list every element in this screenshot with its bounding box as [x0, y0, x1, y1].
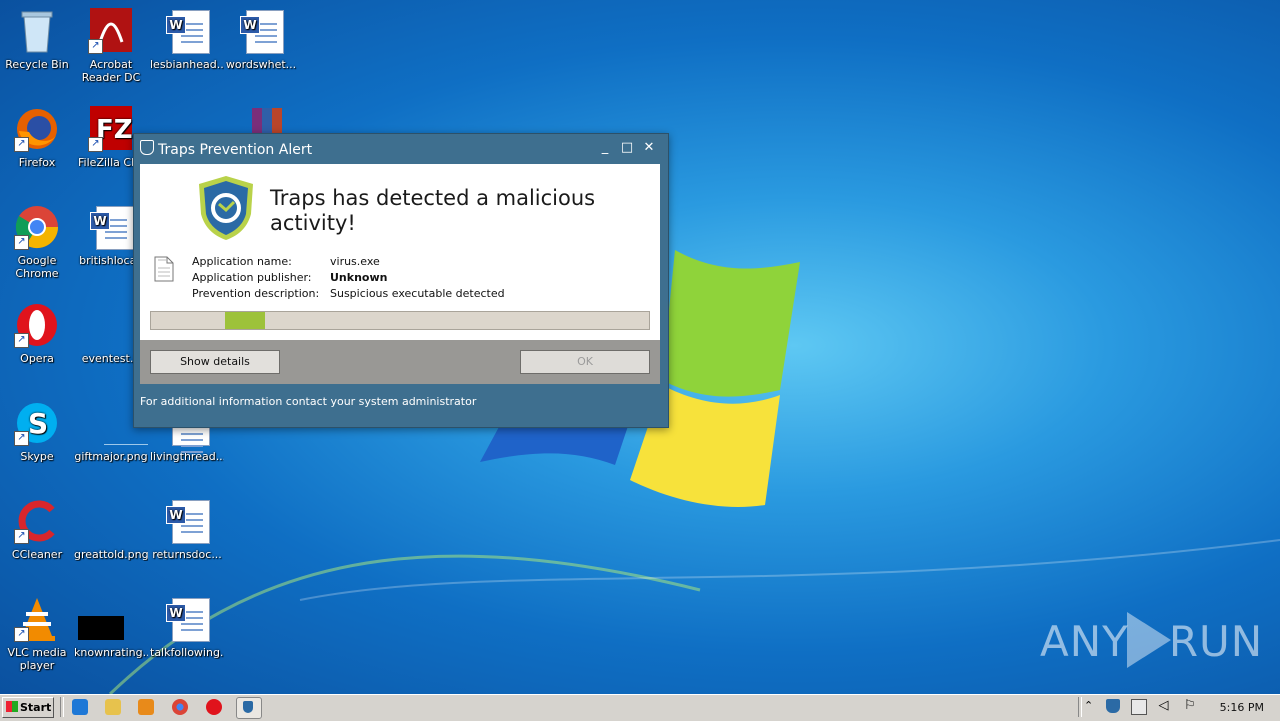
progress-bar [150, 311, 650, 330]
taskbar-clock[interactable]: 5:16 PM [1220, 701, 1264, 714]
word-document-icon: W [164, 596, 210, 642]
shield-icon [140, 140, 154, 155]
acrobat-icon: ↗ [88, 8, 134, 54]
volume-icon[interactable]: ◁ [1159, 699, 1173, 713]
opera-icon[interactable] [206, 699, 222, 715]
dialog-title-bar[interactable]: Traps Prevention Alert [140, 140, 312, 158]
explorer-icon[interactable] [105, 699, 121, 715]
shortcut-arrow-icon: ↗ [14, 137, 29, 152]
desktop-icon-returnsdoc[interactable]: W returnsdoc... [150, 498, 224, 561]
info-row-publisher: Application publisher: Unknown [192, 271, 388, 284]
black-file-icon [78, 596, 134, 642]
traps-tray-icon[interactable] [1105, 699, 1120, 713]
dialog-title: Traps Prevention Alert [158, 142, 313, 158]
desktop-icon-chrome[interactable]: ↗ Google Chrome [0, 204, 74, 280]
desktop-icon-greattold[interactable]: greattold.png [74, 498, 148, 561]
shortcut-arrow-icon: ↗ [14, 627, 29, 642]
media-player-icon[interactable] [138, 699, 154, 715]
info-row-prevention-description: Prevention description: Suspicious execut… [192, 287, 505, 300]
svg-text:S: S [28, 407, 48, 440]
show-details-button[interactable]: Show details [150, 350, 280, 374]
progress-bar-fill [225, 312, 265, 329]
desktop-icon-acrobat[interactable]: ↗ Acrobat Reader DC [74, 8, 148, 84]
word-document-icon: W [238, 8, 284, 54]
desktop-icon-ccleaner[interactable]: ↗ CCleaner [0, 498, 74, 561]
shortcut-arrow-icon: ↗ [14, 333, 29, 348]
word-document-icon: W [164, 8, 210, 54]
shortcut-arrow-icon: ↗ [14, 235, 29, 250]
ccleaner-icon: ↗ [14, 498, 60, 544]
windows-flag-icon [6, 701, 18, 712]
desktop-icon-firefox[interactable]: ↗ Firefox [0, 106, 74, 169]
info-row-application-name: Application name: virus.exe [192, 255, 380, 268]
chrome-icon: ↗ [14, 204, 60, 250]
desktop-icon-talkfollowing[interactable]: W talkfollowing... [150, 596, 224, 659]
desktop-icon-lesbianhead[interactable]: W lesbianhead... [150, 8, 224, 71]
play-icon [1126, 612, 1171, 668]
desktop-icon-knownrating[interactable]: knownrating... [74, 596, 148, 659]
vlc-icon: ↗ [14, 596, 60, 642]
shortcut-arrow-icon: ↗ [88, 39, 103, 54]
shortcut-arrow-icon: ↗ [88, 137, 103, 152]
application-info: Application name: virus.exe Application p… [192, 254, 505, 302]
chrome-icon[interactable] [172, 699, 188, 715]
firefox-icon: ↗ [14, 106, 60, 152]
desktop-icon-opera[interactable]: ↗ Opera [0, 302, 74, 365]
dialog-body: Traps has detected a malicious activity!… [140, 164, 660, 340]
maximize-button[interactable]: □ [619, 140, 635, 156]
action-center-flag-icon[interactable]: ⚐ [1184, 699, 1198, 713]
traps-icon [243, 701, 253, 713]
image-file-icon [88, 498, 134, 544]
shortcut-arrow-icon: ↗ [14, 529, 29, 544]
traps-taskbar-button[interactable] [236, 697, 262, 719]
ie-icon[interactable] [72, 699, 88, 715]
image-file-icon [88, 400, 148, 446]
taskbar: Start ⌃ ◁ ⚐ 5:16 PM [0, 694, 1280, 721]
desktop-icon-skype[interactable]: S ↗ Skype [0, 400, 74, 463]
system-tray: ⌃ ◁ ⚐ [1076, 699, 1198, 715]
ok-button[interactable]: OK [520, 350, 650, 374]
opera-icon: ↗ [14, 302, 60, 348]
shortcut-arrow-icon: ↗ [14, 431, 29, 446]
traps-alert-dialog: Traps Prevention Alert _ □ ✕ Traps has d… [133, 133, 669, 428]
desktop-icon-vlc[interactable]: ↗ VLC media player [0, 596, 74, 672]
network-icon[interactable] [1131, 699, 1147, 715]
start-button[interactable]: Start [2, 697, 54, 718]
minimize-button[interactable]: _ [597, 140, 613, 156]
file-icon [88, 302, 134, 348]
skype-icon: S ↗ [14, 400, 60, 446]
close-button[interactable]: ✕ [641, 140, 657, 156]
desktop-icon-wordswhet[interactable]: W wordswhet... [224, 8, 298, 71]
alert-headline: Traps has detected a malicious activity! [270, 186, 596, 235]
word-document-icon: W [88, 204, 134, 250]
taskbar-separator [60, 697, 64, 717]
word-document-icon: W [164, 498, 210, 544]
desktop-icon-recycle-bin[interactable]: Recycle Bin [0, 8, 74, 71]
filezilla-icon: FZ ↗ [88, 106, 134, 152]
recycle-bin-icon [14, 8, 60, 54]
anyrun-watermark: ANY RUN [1040, 612, 1263, 668]
dialog-button-bar: Show details OK [140, 340, 660, 384]
traps-logo-icon [197, 174, 255, 245]
show-hidden-icons-icon[interactable]: ⌃ [1084, 699, 1094, 713]
file-icon [154, 256, 174, 282]
dialog-footer-text: For additional information contact your … [140, 395, 477, 408]
